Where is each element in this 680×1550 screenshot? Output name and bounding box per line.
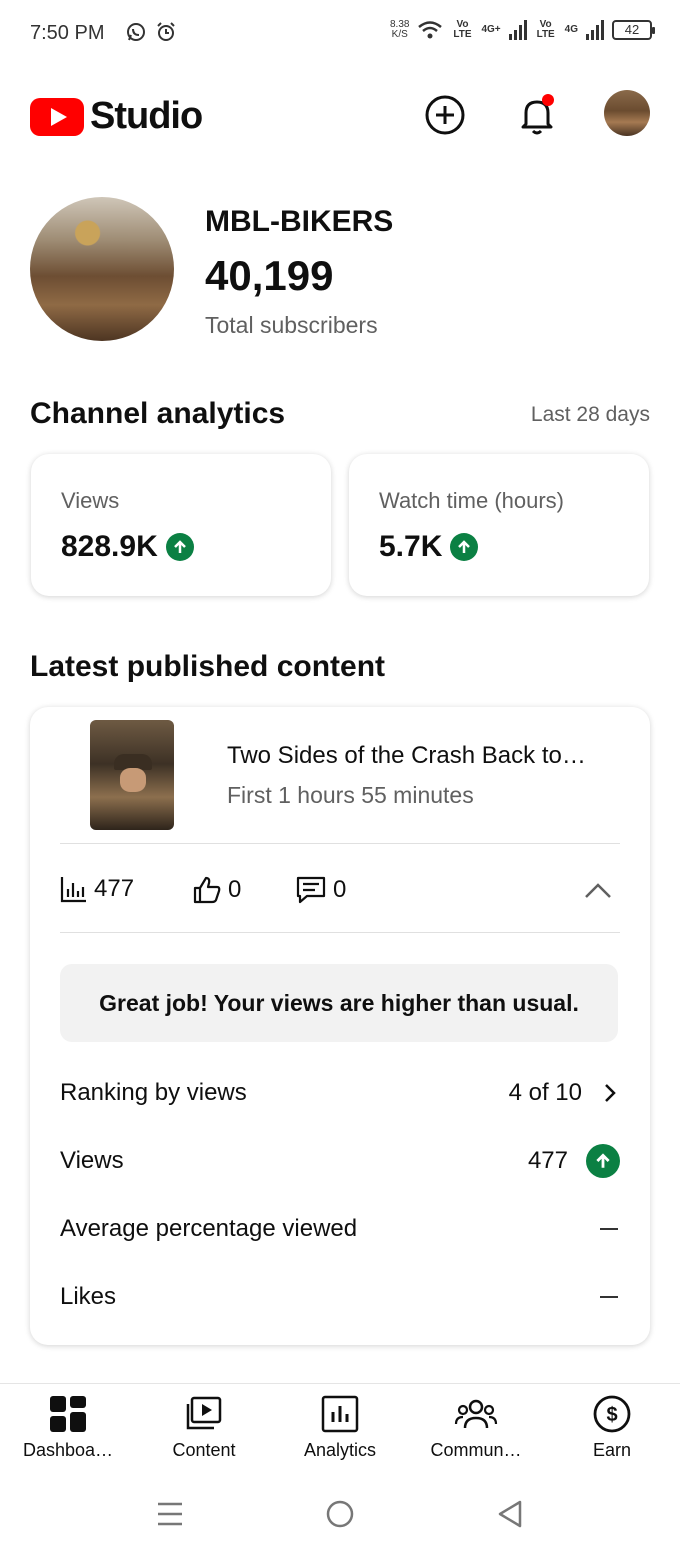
recents-icon[interactable] <box>150 1494 190 1534</box>
latest-content-title: Latest published content <box>30 650 386 683</box>
signal-icon <box>586 20 604 40</box>
views-row: Views 477 <box>60 1141 620 1181</box>
status-bar: 7:50 PM 8.38 K/S Vo LTE 4G+ Vo LTE 4G 42 <box>0 0 680 70</box>
watch-time-card[interactable]: Watch time (hours) 5.7K <box>349 454 649 596</box>
channel-name: MBL-BIKERS <box>205 205 394 238</box>
analytics-bars-icon <box>60 877 86 903</box>
views-row-label: Views <box>60 1147 124 1174</box>
alarm-icon <box>157 22 175 41</box>
nav-analytics-label: Analytics <box>303 1440 377 1460</box>
chevron-right-icon <box>605 1084 616 1102</box>
nav-community-label: Commun… <box>430 1440 522 1460</box>
views-metric-value: 477 <box>94 875 135 902</box>
logo-text: Studio <box>90 95 203 137</box>
dashboard-icon <box>50 1396 86 1432</box>
status-time: 7:50 PM <box>30 22 105 44</box>
status-app-icons <box>126 22 176 42</box>
create-icon[interactable] <box>422 92 468 138</box>
bell-icon[interactable] <box>514 92 560 138</box>
likes-row-value <box>600 1296 618 1298</box>
avg-percentage-row: Average percentage viewed <box>60 1209 620 1249</box>
likes-metric: 0 <box>192 875 241 905</box>
back-icon[interactable] <box>490 1494 530 1534</box>
arrow-up-icon <box>450 533 479 561</box>
speed-unit: K/S <box>391 29 408 40</box>
performance-callout: Great job! Your views are higher than us… <box>60 964 618 1042</box>
ranking-row[interactable]: Ranking by views 4 of 10 <box>60 1073 620 1113</box>
likes-metric-value: 0 <box>228 876 242 903</box>
nav-content[interactable]: Content <box>144 1394 264 1461</box>
watch-time-card-value: 5.7K <box>379 530 443 563</box>
nav-content-label: Content <box>172 1440 236 1460</box>
avg-percentage-label: Average percentage viewed <box>60 1215 358 1242</box>
earn-icon: $ <box>593 1395 631 1433</box>
comments-metric: 0 <box>295 875 346 905</box>
wifi-icon <box>418 21 443 39</box>
watch-time-card-value-row: 5.7K <box>379 530 479 564</box>
views-card-value: 828.9K <box>61 530 158 563</box>
ranking-label: Ranking by views <box>60 1079 247 1106</box>
youtube-studio-logo[interactable]: Studio <box>30 95 203 138</box>
views-metric: 477 <box>60 875 134 903</box>
chevron-up-icon[interactable] <box>582 875 614 907</box>
system-nav <box>0 1480 680 1550</box>
analytics-icon <box>321 1395 359 1433</box>
likes-row: Likes <box>60 1277 620 1317</box>
notification-dot <box>542 94 554 106</box>
thumbnail-face <box>120 768 146 792</box>
content-icon <box>186 1396 222 1430</box>
avg-percentage-value <box>600 1228 618 1230</box>
channel-analytics-title: Channel analytics <box>30 397 286 430</box>
views-card-value-row: 828.9K <box>61 530 194 564</box>
nav-community[interactable]: Commun… <box>416 1394 536 1461</box>
views-card[interactable]: Views 828.9K <box>31 454 331 596</box>
community-icon <box>454 1399 498 1429</box>
nav-earn[interactable]: $ Earn <box>552 1394 672 1461</box>
divider <box>60 932 620 933</box>
app-header: Studio <box>0 80 680 150</box>
nav-dashboard[interactable]: Dashboa… <box>8 1394 128 1461</box>
sim2-label: Vo LTE <box>536 19 555 40</box>
ranking-value: 4 of 10 <box>508 1079 582 1106</box>
views-card-label: Views <box>61 488 120 513</box>
video-thumbnail[interactable] <box>90 720 174 830</box>
signal-icon <box>508 20 527 40</box>
latest-content-card: Two Sides of the Crash Back to… First 1 … <box>30 707 650 1345</box>
subscriber-count: 40,199 <box>205 252 334 299</box>
likes-row-label: Likes <box>60 1283 117 1310</box>
youtube-play-icon <box>30 97 84 136</box>
arrow-up-icon <box>165 533 194 561</box>
bottom-nav: Dashboa… Content Analytics Commun… $ Ear… <box>0 1383 680 1473</box>
channel-avatar[interactable] <box>30 197 174 341</box>
nav-earn-label: Earn <box>592 1440 632 1460</box>
nav-analytics[interactable]: Analytics <box>280 1394 400 1461</box>
sim1-label: Vo LTE <box>453 19 472 40</box>
svg-text:$: $ <box>606 1404 617 1426</box>
views-row-value: 477 <box>527 1147 568 1174</box>
video-subtitle: First 1 hours 55 minutes <box>227 782 474 808</box>
whatsapp-icon <box>127 23 145 41</box>
video-title[interactable]: Two Sides of the Crash Back to… <box>227 742 627 770</box>
ranking-right: 4 of 10 <box>509 1079 620 1107</box>
divider <box>60 843 620 844</box>
battery-icon: 42 <box>612 20 655 40</box>
network-speed: 8.38 K/S <box>390 20 409 40</box>
watch-time-card-label: Watch time (hours) <box>379 488 565 513</box>
thumbs-up-icon <box>193 876 221 904</box>
account-avatar[interactable] <box>604 90 650 136</box>
subscriber-label: Total subscribers <box>205 312 378 338</box>
status-indicators: 8.38 K/S Vo LTE 4G+ Vo LTE 4G 42 <box>390 19 655 40</box>
sim2-net: 4G <box>564 24 578 35</box>
home-icon[interactable] <box>320 1494 360 1534</box>
arrow-up-icon <box>586 1144 620 1178</box>
comment-icon <box>296 876 326 904</box>
views-row-right: 477 <box>528 1144 620 1178</box>
analytics-period[interactable]: Last 28 days <box>531 403 650 427</box>
nav-dashboard-label: Dashboa… <box>22 1440 114 1460</box>
sim1-net: 4G+ <box>481 24 501 35</box>
comments-metric-value: 0 <box>333 876 347 903</box>
